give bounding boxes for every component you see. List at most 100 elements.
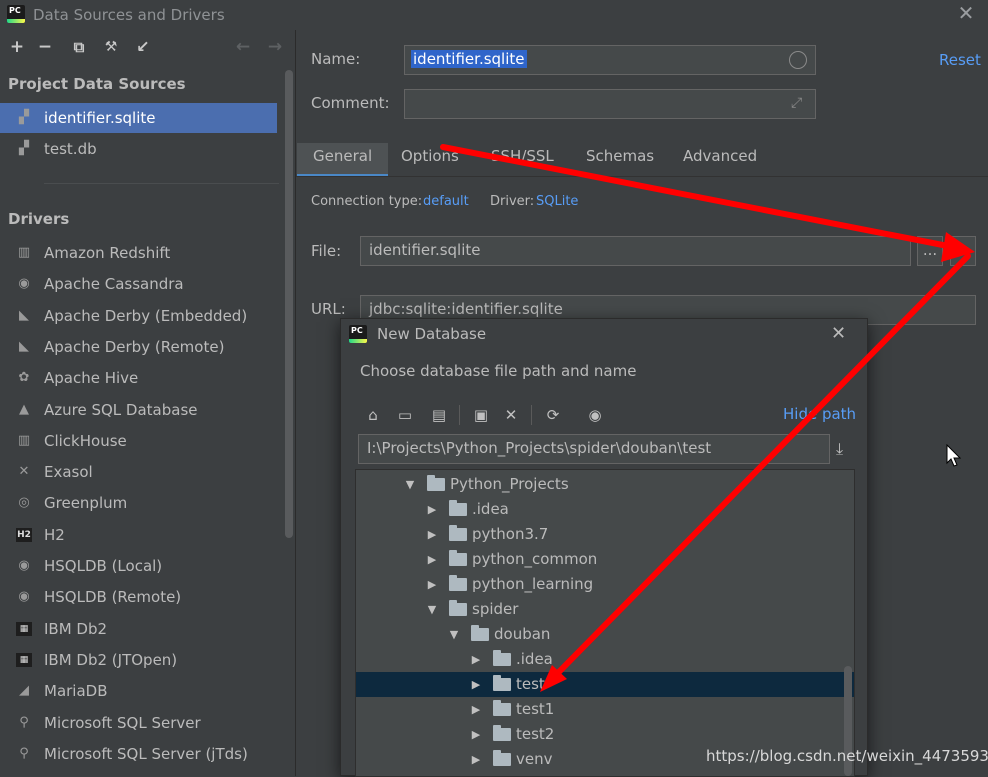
tree-row[interactable]: ▶ test2 [356, 722, 854, 747]
tree-row[interactable]: ▶ python3.7 [356, 522, 854, 547]
circle-icon[interactable] [789, 51, 807, 69]
driver-item[interactable]: ◣ Apache Derby (Remote) [0, 332, 277, 362]
tree-row[interactable]: ▶ test1 [356, 697, 854, 722]
driver-item-label: Azure SQL Database [44, 400, 198, 419]
project-folder-icon[interactable]: ▤ [429, 405, 449, 425]
new-folder-icon[interactable]: ▣ [471, 405, 491, 425]
driver-item[interactable]: ◣ Apache Derby (Embedded) [0, 301, 277, 331]
browse-button[interactable]: ... [917, 236, 943, 266]
download-icon[interactable]: ⤓ [836, 439, 843, 459]
driver-item[interactable]: ▦ IBM Db2 [0, 614, 277, 644]
delete-icon[interactable]: ✕ [501, 405, 521, 425]
driver-item[interactable]: ◉ Apache Cassandra [0, 269, 277, 299]
source-item-label: test.db [44, 140, 97, 158]
tree-row[interactable]: ▶ python_common [356, 547, 854, 572]
folder-icon [493, 675, 511, 691]
close-icon[interactable]: ✕ [956, 3, 976, 23]
driver-item[interactable]: ▲ Azure SQL Database [0, 395, 277, 425]
file-field-value: identifier.sqlite [369, 241, 481, 259]
drivers-title: Drivers [8, 210, 70, 228]
driver-item[interactable]: ◉ HSQLDB (Local) [0, 551, 277, 581]
expand-right-icon[interactable]: ▶ [426, 522, 438, 547]
panel-divider [295, 30, 296, 776]
driver-item[interactable]: ▥ ClickHouse [0, 426, 277, 456]
home-icon[interactable]: ⌂ [363, 405, 383, 425]
project-sources-title: Project Data Sources [8, 75, 186, 93]
connection-type-link[interactable]: default [423, 194, 469, 209]
expand-right-icon[interactable]: ▶ [426, 497, 438, 522]
driver-link[interactable]: SQLite [536, 194, 578, 209]
driver-item-label: ClickHouse [44, 431, 127, 450]
expand-right-icon[interactable]: ▶ [426, 547, 438, 572]
driver-item[interactable]: ✕ Exasol [0, 457, 277, 487]
tab-ssh-ssl[interactable]: SSH/SSL [483, 143, 562, 177]
driver-item[interactable]: ⚲ Microsoft SQL Server [0, 708, 277, 738]
pycharm-logo-icon: PC [7, 5, 25, 23]
name-field[interactable]: identifier.sqlite [404, 45, 816, 75]
desktop-icon[interactable]: ▭ [395, 405, 415, 425]
expand-right-icon[interactable]: ▶ [470, 747, 482, 772]
back-icon[interactable]: ← [232, 36, 254, 58]
tree-row-label: test [516, 675, 545, 693]
expand-down-icon[interactable]: ▼ [404, 472, 416, 497]
folder-icon [449, 525, 467, 541]
watermark: https://blog.csdn.net/weixin_44735933 [706, 747, 988, 765]
tab-general[interactable]: General [297, 143, 389, 177]
tree-row-label: .idea [472, 500, 509, 518]
file-field[interactable]: identifier.sqlite [360, 236, 911, 266]
source-item-test-db[interactable]: ▞ test.db [0, 134, 277, 164]
tree-row[interactable]: ▼ douban [356, 622, 854, 647]
tree-row[interactable]: ▶ .idea [356, 647, 854, 672]
dialog-close-icon[interactable]: ✕ [831, 323, 846, 344]
tree-row-label: spider [472, 600, 519, 618]
forward-icon[interactable]: → [264, 36, 286, 58]
tree-row[interactable]: ▶ .idea [356, 497, 854, 522]
expand-right-icon[interactable]: ▶ [470, 672, 482, 697]
driver-item[interactable]: ◎ Greenplum [0, 488, 277, 518]
driver-item[interactable]: ◉ HSQLDB (Remote) [0, 582, 277, 612]
tree-row[interactable]: ▶ python_learning [356, 572, 854, 597]
tree-row[interactable]: ▶ test [356, 672, 854, 697]
expand-right-icon[interactable]: ▶ [470, 722, 482, 747]
driver-item[interactable]: ◢ MariaDB [0, 676, 277, 706]
new-file-button[interactable]: + [950, 236, 976, 266]
hive-icon: ✿ [18, 370, 30, 386]
source-item-identifier[interactable]: ▞ identifier.sqlite [0, 103, 277, 133]
driver-item-label: Apache Hive [44, 369, 139, 388]
connection-type-label: Connection type: [311, 194, 423, 209]
expand-icon[interactable]: ⤢ [791, 95, 802, 111]
hide-path-link[interactable]: Hide path [783, 405, 856, 423]
folder-icon [427, 475, 445, 491]
add-icon[interactable]: + [6, 36, 28, 58]
driver-item[interactable]: H2 H2 [0, 520, 277, 550]
tree-row-label: python_learning [472, 575, 594, 593]
driver-item[interactable]: ▦ IBM Db2 (JTOpen) [0, 645, 277, 675]
reset-link[interactable]: Reset [939, 51, 981, 69]
path-field[interactable]: I:\Projects\Python_Projects\spider\douba… [358, 434, 830, 464]
driver-item-label: Apache Derby (Remote) [44, 337, 225, 356]
tree-row[interactable]: ▼ Python_Projects [356, 472, 854, 497]
expand-right-icon[interactable]: ▶ [470, 647, 482, 672]
driver-item[interactable]: ✿ Apache Hive [0, 363, 277, 393]
name-label: Name: [311, 50, 361, 68]
expand-down-icon[interactable]: ▼ [426, 597, 438, 622]
expand-right-icon[interactable]: ▶ [426, 572, 438, 597]
tab-advanced[interactable]: Advanced [675, 143, 765, 177]
comment-field[interactable]: ⤢ [404, 89, 816, 119]
tab-options[interactable]: Options [393, 143, 467, 177]
copy-icon[interactable]: ⧉ [68, 36, 90, 58]
driver-item[interactable]: ▥ Amazon Redshift [0, 238, 277, 268]
import-icon[interactable]: ↙ [132, 36, 154, 58]
tree-row[interactable]: ▼ spider [356, 597, 854, 622]
azure-icon: ▲ [19, 401, 29, 417]
tab-schemas[interactable]: Schemas [578, 143, 662, 177]
remove-icon[interactable]: − [34, 36, 56, 58]
wrench-icon[interactable]: ⚒ [100, 36, 122, 58]
expand-down-icon[interactable]: ▼ [448, 622, 460, 647]
show-hidden-icon[interactable]: ◉ [585, 405, 605, 425]
left-scrollbar[interactable] [285, 70, 293, 538]
section-divider [44, 183, 279, 184]
expand-right-icon[interactable]: ▶ [470, 697, 482, 722]
driver-item[interactable]: ⚲ Microsoft SQL Server (jTds) [0, 739, 277, 769]
refresh-icon[interactable]: ⟳ [543, 405, 563, 425]
